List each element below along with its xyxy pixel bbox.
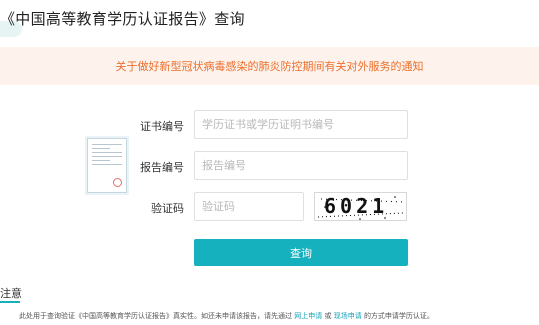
cert-number-label: 证书编号: [140, 120, 184, 133]
cert-number-input[interactable]: [194, 110, 408, 139]
report-number-label: 报告编号: [140, 161, 184, 174]
seal-icon: [113, 178, 122, 187]
onsite-apply-link[interactable]: 现场申请: [334, 312, 362, 320]
page-title: 《中国高等教育学历认证报告》查询: [0, 10, 245, 28]
notice-banner: 关于做好新型冠状病毒感染的肺炎防控期间有关对外服务的通知: [0, 47, 539, 85]
notice-link[interactable]: 关于做好新型冠状病毒感染的肺炎防控期间有关对外服务的通知: [0, 58, 539, 74]
notes-text: 此处用于查询验证《中国高等教育学历认证报告》真实性。如还未申请该报告，请先通过 …: [19, 311, 434, 321]
captcha-text: 6021: [324, 194, 389, 218]
notes-underline: [0, 301, 20, 303]
certificate-thumbnail: [87, 138, 127, 193]
online-apply-link[interactable]: 网上申请: [294, 312, 322, 320]
notes-text-or: 或: [324, 312, 332, 320]
notes-text-after: 的方式申请学历认证。: [363, 312, 434, 320]
captcha-image[interactable]: 6021: [314, 192, 407, 221]
notes-heading: 注意: [0, 287, 22, 300]
query-button[interactable]: 查询: [194, 239, 408, 266]
notes-text-before: 此处用于查询验证《中国高等教育学历认证报告》真实性。如还未申请该报告，请先通过: [19, 312, 292, 320]
report-number-input[interactable]: [194, 151, 408, 180]
captcha-label: 验证码: [151, 202, 184, 215]
captcha-input[interactable]: [194, 192, 304, 221]
